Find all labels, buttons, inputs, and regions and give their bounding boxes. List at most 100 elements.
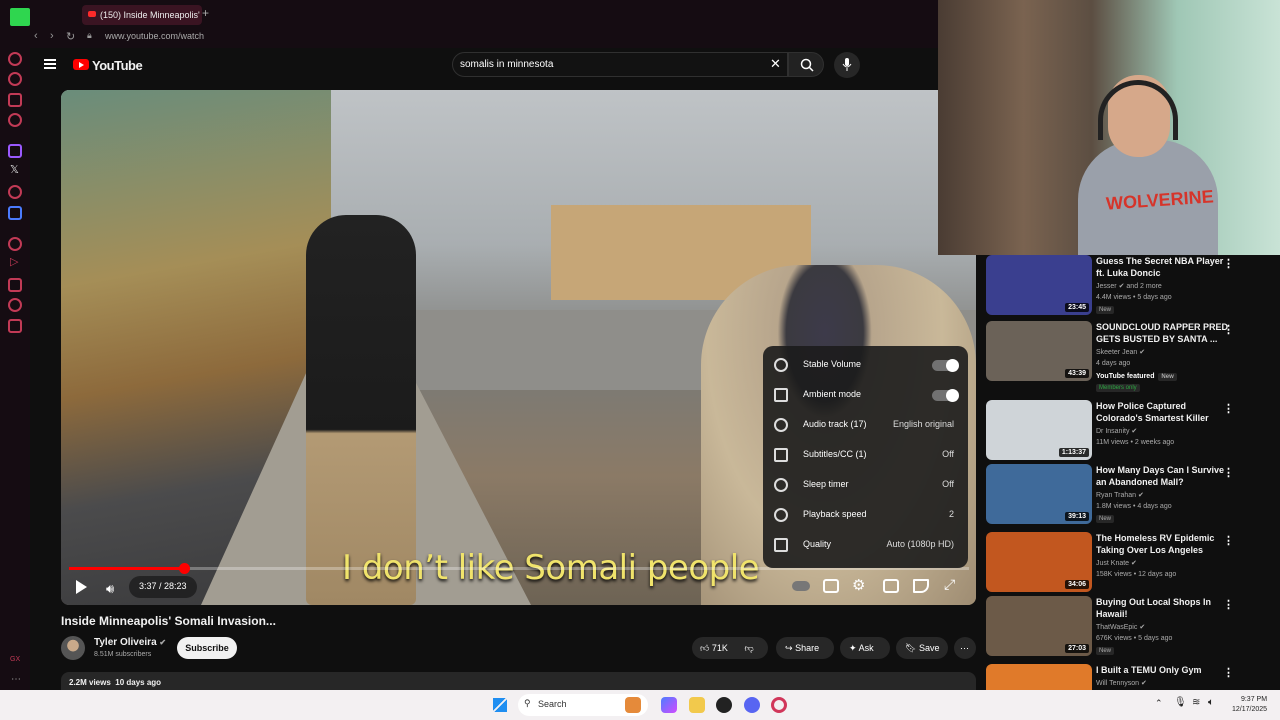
settings-gear-icon[interactable]: ⚙ (852, 576, 865, 594)
like-button[interactable]: 👍︎ 71K (700, 643, 728, 653)
copilot-icon[interactable] (661, 697, 677, 713)
clear-search-icon[interactable]: ✕ (770, 56, 781, 72)
speaker-icon[interactable]: 🔈︎ (1208, 697, 1214, 708)
more-vertical-icon[interactable]: ⋮ (1223, 666, 1234, 679)
duration-badge: 1:13:37 (1058, 448, 1089, 457)
more-actions-button[interactable]: ⋯ (954, 637, 976, 659)
video-thumbnail[interactable]: 43:39 (986, 321, 1092, 381)
file-explorer-icon[interactable] (689, 697, 705, 713)
settings-icon[interactable] (8, 319, 22, 333)
video-thumbnail[interactable]: 39:13 (986, 464, 1092, 524)
settings-row-playback-speed[interactable]: Playback speed 2 (763, 500, 968, 530)
fullscreen-icon[interactable]: ⤢ (944, 576, 955, 593)
play-button[interactable] (76, 580, 87, 594)
description-box[interactable]: 2.2M views 10 days ago (61, 672, 976, 692)
volume-icon[interactable]: 🔊︎ (106, 581, 114, 597)
channel-text: Jesser (1096, 283, 1117, 290)
more-options-icon[interactable]: ⋯ (11, 674, 21, 685)
share-button[interactable]: ↪ Share (776, 637, 834, 659)
more-vertical-icon[interactable]: ⋮ (1223, 323, 1234, 336)
settings-row-subtitles[interactable]: Subtitles/CC (1) Off (763, 440, 968, 470)
settings-row-stable-volume[interactable]: Stable Volume (763, 350, 968, 380)
recommendation-title[interactable]: How Police Captured Colorado's Smartest … (1096, 400, 1228, 424)
voice-search-button[interactable] (834, 52, 860, 78)
stable-volume-toggle[interactable] (932, 359, 959, 372)
channel-name[interactable]: Tyler Oliveira ✔ (94, 637, 166, 648)
tab-active[interactable]: (150) Inside Minneapolis' (82, 5, 202, 25)
more-vertical-icon[interactable]: ⋮ (1223, 257, 1234, 270)
recommendation-item[interactable]: 23:45 Guess The Secret NBA Player ft. Lu… (986, 255, 1246, 321)
recommendation-item[interactable]: 34:06 The Homeless RV Epidemic Taking Ov… (986, 532, 1246, 598)
twitch-icon[interactable] (8, 144, 22, 158)
dislike-icon[interactable]: 👎︎ (744, 643, 753, 653)
gx-control-icon[interactable] (8, 93, 22, 107)
recommendation-title[interactable]: Buying Out Local Shops In Hawaii! (1096, 596, 1228, 620)
youtube-logo-text[interactable]: YouTube (92, 58, 143, 73)
more-vertical-icon[interactable]: ⋮ (1223, 466, 1234, 479)
save-label: Save (918, 643, 940, 653)
taskbar-clock[interactable]: 9:37 PM 12/17/2025 (1232, 695, 1267, 715)
more-vertical-icon[interactable]: ⋮ (1223, 402, 1234, 415)
messenger-icon[interactable] (8, 206, 22, 220)
video-thumbnail[interactable]: 1:13:37 (986, 400, 1092, 460)
url-field[interactable]: www.youtube.com/watch (105, 31, 204, 41)
opera-gx-logo-icon[interactable] (10, 8, 30, 26)
menu-icon[interactable] (44, 59, 56, 69)
search-query[interactable]: somalis in minnesota (460, 59, 553, 70)
more-vertical-icon[interactable]: ⋮ (1223, 534, 1234, 547)
reload-icon[interactable]: ↻ (66, 30, 75, 43)
subtitles-button-icon[interactable] (823, 579, 839, 593)
miniplayer-icon[interactable] (883, 579, 899, 593)
windows-start-icon[interactable] (493, 698, 507, 712)
ask-button[interactable]: ✦ Ask (840, 637, 890, 659)
video-thumbnail[interactable]: 23:45 (986, 255, 1092, 315)
microphone-tray-icon[interactable]: 🎙︎ (1174, 697, 1187, 708)
recommendation-title[interactable]: I Built a TEMU Only Gym (1096, 664, 1228, 676)
wifi-icon[interactable]: ≋ (1192, 697, 1200, 708)
video-thumbnail[interactable]: 34:06 (986, 532, 1092, 592)
recommendation-title[interactable]: The Homeless RV Epidemic Taking Over Los… (1096, 532, 1228, 556)
send-icon[interactable]: ▷ (10, 255, 18, 268)
youtube-logo-icon[interactable] (73, 59, 89, 70)
recommendation-item[interactable]: 39:13 How Many Days Can I Survive an Aba… (986, 464, 1246, 530)
more-vertical-icon[interactable]: ⋮ (1223, 598, 1234, 611)
recommendation-item[interactable]: 43:39 SOUNDCLOUD RAPPER PRED GETS BUSTED… (986, 321, 1246, 392)
discord-icon[interactable] (744, 697, 760, 713)
recommendation-item[interactable]: I Built a TEMU Only Gym Will Tennyson ✔ … (986, 664, 1246, 690)
channel-text: Dr Insanity (1096, 428, 1130, 435)
verified-icon: ✔ (1141, 680, 1147, 687)
save-button[interactable]: 🔖︎ Save (896, 637, 948, 659)
subscribe-button[interactable]: Subscribe (177, 637, 237, 659)
opera-gx-taskbar-icon[interactable] (771, 697, 787, 713)
gx-cleaner-icon[interactable] (8, 113, 22, 127)
history-icon[interactable] (8, 278, 22, 292)
video-thumbnail[interactable] (986, 664, 1092, 690)
gx-corner-icon[interactable] (8, 72, 22, 86)
player-icon[interactable] (8, 237, 22, 251)
forward-icon[interactable]: › (50, 30, 54, 42)
autoplay-toggle[interactable] (792, 581, 810, 591)
search-button[interactable] (788, 52, 824, 77)
settings-row-sleep-timer[interactable]: Sleep timer Off (763, 470, 968, 500)
recommendation-title[interactable]: Guess The Secret NBA Player ft. Luka Don… (1096, 255, 1228, 279)
recommendation-item[interactable]: 27:03 Buying Out Local Shops In Hawaii! … (986, 596, 1246, 662)
video-thumbnail[interactable]: 27:03 (986, 596, 1092, 656)
ambient-mode-toggle[interactable] (932, 389, 959, 402)
obs-icon[interactable] (716, 697, 732, 713)
new-tab-button[interactable]: + (202, 6, 209, 20)
x-twitter-icon[interactable]: 𝕏 (10, 163, 19, 176)
extensions-icon[interactable] (8, 298, 22, 312)
tray-chevron-icon[interactable]: ⌃ (1155, 698, 1163, 709)
recommendation-title[interactable]: How Many Days Can I Survive an Abandoned… (1096, 464, 1228, 488)
news-widget-icon[interactable] (625, 697, 641, 713)
reddit-icon[interactable] (8, 185, 22, 199)
speed-dial-icon[interactable] (8, 52, 22, 66)
settings-row-ambient-mode[interactable]: Ambient mode (763, 380, 968, 410)
settings-row-audio-track[interactable]: Audio track (17) English original (763, 410, 968, 440)
subscriber-count: 8.51M subscribers (94, 651, 152, 658)
recommendation-title[interactable]: SOUNDCLOUD RAPPER PRED GETS BUSTED BY SA… (1096, 321, 1228, 345)
back-icon[interactable]: ‹ (34, 30, 38, 42)
recommendation-item[interactable]: 1:13:37 How Police Captured Colorado's S… (986, 400, 1246, 466)
channel-avatar[interactable] (61, 636, 85, 660)
settings-row-quality[interactable]: Quality Auto (1080p HD) (763, 530, 968, 560)
